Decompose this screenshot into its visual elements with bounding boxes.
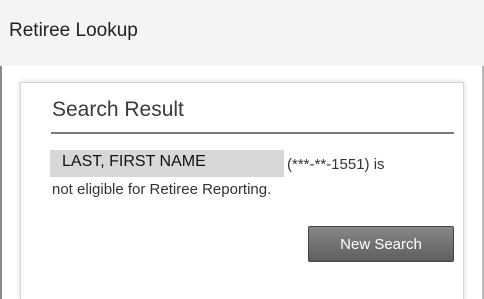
frame-left-border [0, 66, 2, 299]
title-divider [51, 132, 454, 134]
page-header: Retiree Lookup [0, 0, 484, 66]
search-result-panel: Search Result LAST, FIRST NAME (***-**-1… [20, 82, 464, 299]
retiree-name: LAST, FIRST NAME [62, 153, 206, 170]
panel-title: Search Result [52, 98, 184, 121]
page-title: Retiree Lookup [9, 20, 138, 41]
retiree-ssn: (***-**-1551) is [287, 156, 385, 173]
new-search-button[interactable]: New Search [308, 226, 454, 262]
page: Retiree Lookup Search Result LAST, FIRST… [0, 0, 484, 299]
eligibility-message: not eligible for Retiree Reporting. [52, 181, 272, 198]
